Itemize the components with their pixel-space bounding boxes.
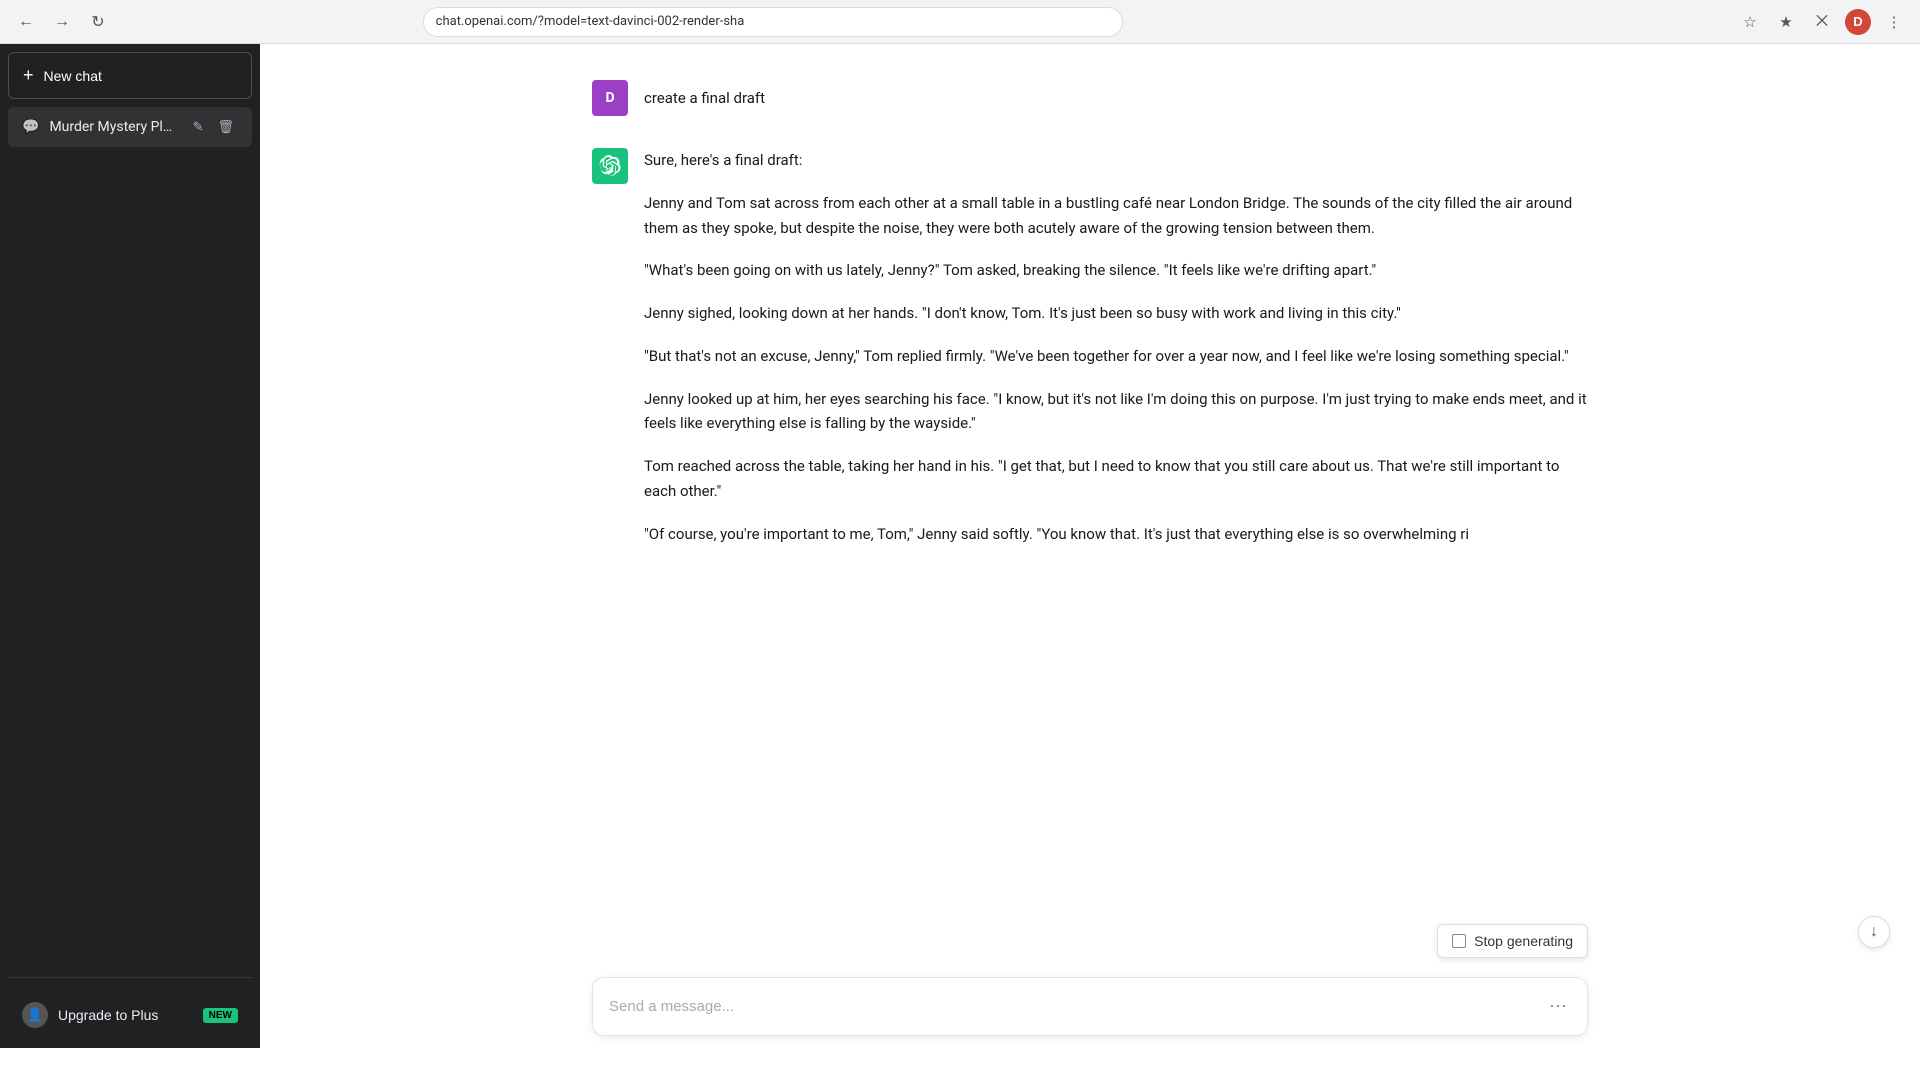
main-content: D create a final draft Sure, here's a fi…	[260, 44, 1920, 1048]
assistant-message-row: Sure, here's a final draft: Jenny and To…	[260, 132, 1920, 562]
input-actions: ⋯	[1545, 992, 1571, 1021]
paragraph-3: Jenny sighed, looking down at her hands.…	[644, 301, 1588, 326]
new-badge: NEW	[203, 1008, 238, 1023]
user-icon: 👤	[22, 1002, 48, 1028]
app-container: + New chat 💬 Murder Mystery Plot. ✎ 🗑 👤 …	[0, 44, 1920, 1092]
user-message-row: D create a final draft	[260, 64, 1920, 132]
stop-generating-label: Stop generating	[1474, 933, 1573, 949]
paragraph-6: Tom reached across the table, taking her…	[644, 454, 1588, 504]
bookmark-icon[interactable]: ☆	[1736, 8, 1764, 36]
forward-button[interactable]: →	[48, 8, 76, 36]
stop-generating-wrapper: Stop generating	[1437, 924, 1588, 958]
paragraph-2: "What's been going on with us lately, Je…	[644, 258, 1588, 283]
input-area: Stop generating ↓ ⋯	[260, 965, 1920, 1048]
chat-area[interactable]: D create a final draft Sure, here's a fi…	[260, 44, 1920, 965]
delete-button[interactable]: 🗑	[213, 117, 238, 137]
chevron-down-icon: ↓	[1870, 923, 1878, 941]
upgrade-label: Upgrade to Plus	[58, 1007, 193, 1023]
chat-input[interactable]	[609, 995, 1545, 1019]
reload-button[interactable]: ↻	[84, 8, 112, 36]
stop-generating-button[interactable]: Stop generating	[1437, 924, 1588, 958]
profile-avatar: D	[1845, 9, 1871, 35]
stop-checkbox-icon	[1452, 934, 1466, 948]
new-chat-button[interactable]: + New chat	[8, 52, 252, 99]
paragraph-4: "But that's not an excuse, Jenny," Tom r…	[644, 344, 1588, 369]
paragraph-7: "Of course, you're important to me, Tom,…	[644, 522, 1588, 547]
sidebar-item-label: Murder Mystery Plot.	[49, 119, 178, 135]
assistant-intro: Sure, here's a final draft:	[644, 148, 1588, 173]
upgrade-to-plus-button[interactable]: 👤 Upgrade to Plus NEW	[8, 990, 252, 1040]
sidebar-item-actions: ✎ 🗑	[189, 117, 238, 137]
profile-icon[interactable]: D	[1844, 8, 1872, 36]
browser-toolbar: ☆ ★ ⨉ D ⋮	[1736, 8, 1908, 36]
assistant-avatar	[592, 148, 628, 184]
new-chat-label: New chat	[44, 68, 102, 84]
sidebar-bottom: 👤 Upgrade to Plus NEW	[8, 977, 252, 1040]
address-bar[interactable]: chat.openai.com/?model=text-davinci-002-…	[423, 7, 1123, 37]
back-button[interactable]: ←	[12, 8, 40, 36]
menu-icon[interactable]: ⋮	[1880, 8, 1908, 36]
extension-icon[interactable]: ⨉	[1808, 8, 1836, 36]
sidebar-item-murder-mystery[interactable]: 💬 Murder Mystery Plot. ✎ 🗑	[8, 107, 252, 147]
input-wrapper: ⋯	[592, 977, 1588, 1036]
chat-icon: 💬	[22, 119, 39, 135]
assistant-message-content: Sure, here's a final draft: Jenny and To…	[644, 148, 1588, 546]
more-options-button[interactable]: ⋯	[1545, 992, 1571, 1021]
sidebar: + New chat 💬 Murder Mystery Plot. ✎ 🗑 👤 …	[0, 44, 260, 1048]
plus-icon: +	[23, 65, 34, 86]
paragraph-1: Jenny and Tom sat across from each other…	[644, 191, 1588, 241]
paragraph-5: Jenny looked up at him, her eyes searchi…	[644, 387, 1588, 437]
url-text: chat.openai.com/?model=text-davinci-002-…	[436, 14, 745, 29]
browser-chrome: ← → ↻ chat.openai.com/?model=text-davinc…	[0, 0, 1920, 44]
user-avatar: D	[592, 80, 628, 116]
scroll-down-button[interactable]: ↓	[1858, 916, 1890, 948]
edit-button[interactable]: ✎	[189, 117, 208, 137]
star-icon[interactable]: ★	[1772, 8, 1800, 36]
user-message-content: create a final draft	[644, 80, 1588, 111]
